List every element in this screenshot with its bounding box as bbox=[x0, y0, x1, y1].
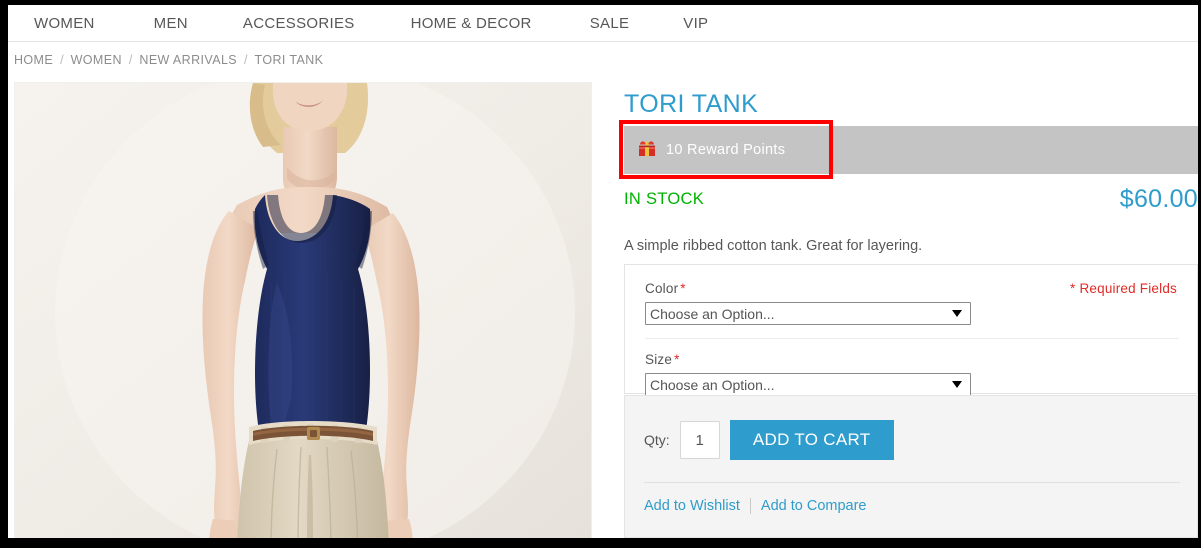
reward-points-banner: 10 Reward Points bbox=[624, 126, 1198, 174]
nav-link-women[interactable]: WOMEN bbox=[34, 15, 95, 32]
select-size[interactable]: Choose an Option... bbox=[645, 373, 971, 396]
option-label-color-text: Color bbox=[645, 281, 679, 296]
main-navigation: WOMEN MEN ACCESSORIES HOME & DECOR SALE … bbox=[8, 5, 1198, 42]
nav-link-sale[interactable]: SALE bbox=[590, 15, 630, 32]
nav-link-vip[interactable]: VIP bbox=[683, 15, 708, 32]
product-options-box: * Required Fields Color * Choose an Optio… bbox=[624, 264, 1198, 396]
status-badge: IN STOCK bbox=[624, 190, 705, 208]
add-to-compare-link[interactable]: Add to Compare bbox=[761, 498, 867, 514]
nav-link-accessories[interactable]: ACCESSORIES bbox=[243, 15, 355, 32]
product-gallery bbox=[14, 82, 592, 538]
add-to-wishlist-link[interactable]: Add to Wishlist bbox=[644, 498, 740, 514]
breadcrumb-item-current: TORI TANK bbox=[254, 53, 324, 67]
nav-list: WOMEN MEN ACCESSORIES HOME & DECOR SALE … bbox=[8, 5, 1198, 41]
breadcrumb-item-women[interactable]: WOMEN bbox=[71, 53, 122, 67]
option-label-size-text: Size bbox=[645, 352, 673, 367]
product-photo-illustration bbox=[15, 83, 591, 538]
reward-points-label: 10 Reward Points bbox=[666, 142, 786, 158]
nav-item-vip[interactable]: VIP bbox=[629, 15, 708, 32]
quantity-row: Qty: ADD TO CART bbox=[644, 420, 894, 460]
nav-item-sale[interactable]: SALE bbox=[532, 15, 630, 32]
breadcrumb-item-new-arrivals[interactable]: NEW ARRIVALS bbox=[139, 53, 237, 67]
nav-item-home-decor[interactable]: HOME & DECOR bbox=[355, 15, 532, 32]
option-field-size: Size * Choose an Option... bbox=[645, 352, 1177, 396]
required-fields-note: * Required Fields bbox=[1070, 281, 1177, 296]
quantity-stepper[interactable] bbox=[679, 421, 720, 459]
select-wrapper-color: Choose an Option... bbox=[645, 302, 971, 325]
product-image[interactable] bbox=[15, 83, 591, 538]
quantity-label: Qty: bbox=[644, 432, 670, 448]
nav-item-accessories[interactable]: ACCESSORIES bbox=[188, 15, 355, 32]
gift-box-icon bbox=[638, 139, 656, 157]
option-label-size: Size * bbox=[645, 352, 1177, 367]
add-to-cart-button[interactable]: ADD TO CART bbox=[729, 420, 894, 460]
breadcrumb: HOME / WOMEN / NEW ARRIVALS / TORI TANK bbox=[8, 42, 1198, 78]
breadcrumb-separator: / bbox=[128, 53, 133, 67]
nav-link-home-decor[interactable]: HOME & DECOR bbox=[411, 15, 532, 32]
cart-divider bbox=[644, 482, 1180, 483]
select-color[interactable]: Choose an Option... bbox=[645, 302, 971, 325]
secondary-actions: Add to Wishlist Add to Compare bbox=[644, 496, 867, 516]
select-wrapper-size: Choose an Option... bbox=[645, 373, 971, 396]
link-separator bbox=[749, 498, 751, 514]
product-short-description: A simple ribbed cotton tank. Great for l… bbox=[624, 238, 923, 254]
product-info: TORI TANK 10 Reward Points IN STOCK $60.… bbox=[616, 78, 1198, 538]
page-container: WOMEN MEN ACCESSORIES HOME & DECOR SALE … bbox=[8, 5, 1198, 538]
availability-price-row: IN STOCK $60.00 bbox=[624, 185, 1198, 222]
breadcrumb-separator: / bbox=[60, 53, 64, 67]
product-page-main: TORI TANK 10 Reward Points IN STOCK $60.… bbox=[8, 78, 1198, 538]
required-asterisk: * bbox=[680, 281, 686, 296]
breadcrumb-item-home[interactable]: HOME bbox=[14, 53, 53, 67]
option-divider bbox=[645, 338, 1179, 339]
nav-item-women[interactable]: WOMEN bbox=[34, 15, 95, 32]
add-to-cart-box: Qty: ADD TO CART Add to Wishlist Add to … bbox=[624, 395, 1198, 538]
nav-item-men[interactable]: MEN bbox=[95, 15, 188, 32]
breadcrumb-separator: / bbox=[244, 53, 248, 67]
product-price: $60.00 bbox=[1119, 185, 1198, 213]
reward-points-banner-wrapper: 10 Reward Points bbox=[619, 120, 1198, 179]
required-asterisk: * bbox=[674, 352, 680, 367]
reward-points-content: 10 Reward Points bbox=[638, 126, 785, 174]
page-title: TORI TANK bbox=[624, 90, 759, 118]
nav-link-men[interactable]: MEN bbox=[154, 15, 188, 32]
